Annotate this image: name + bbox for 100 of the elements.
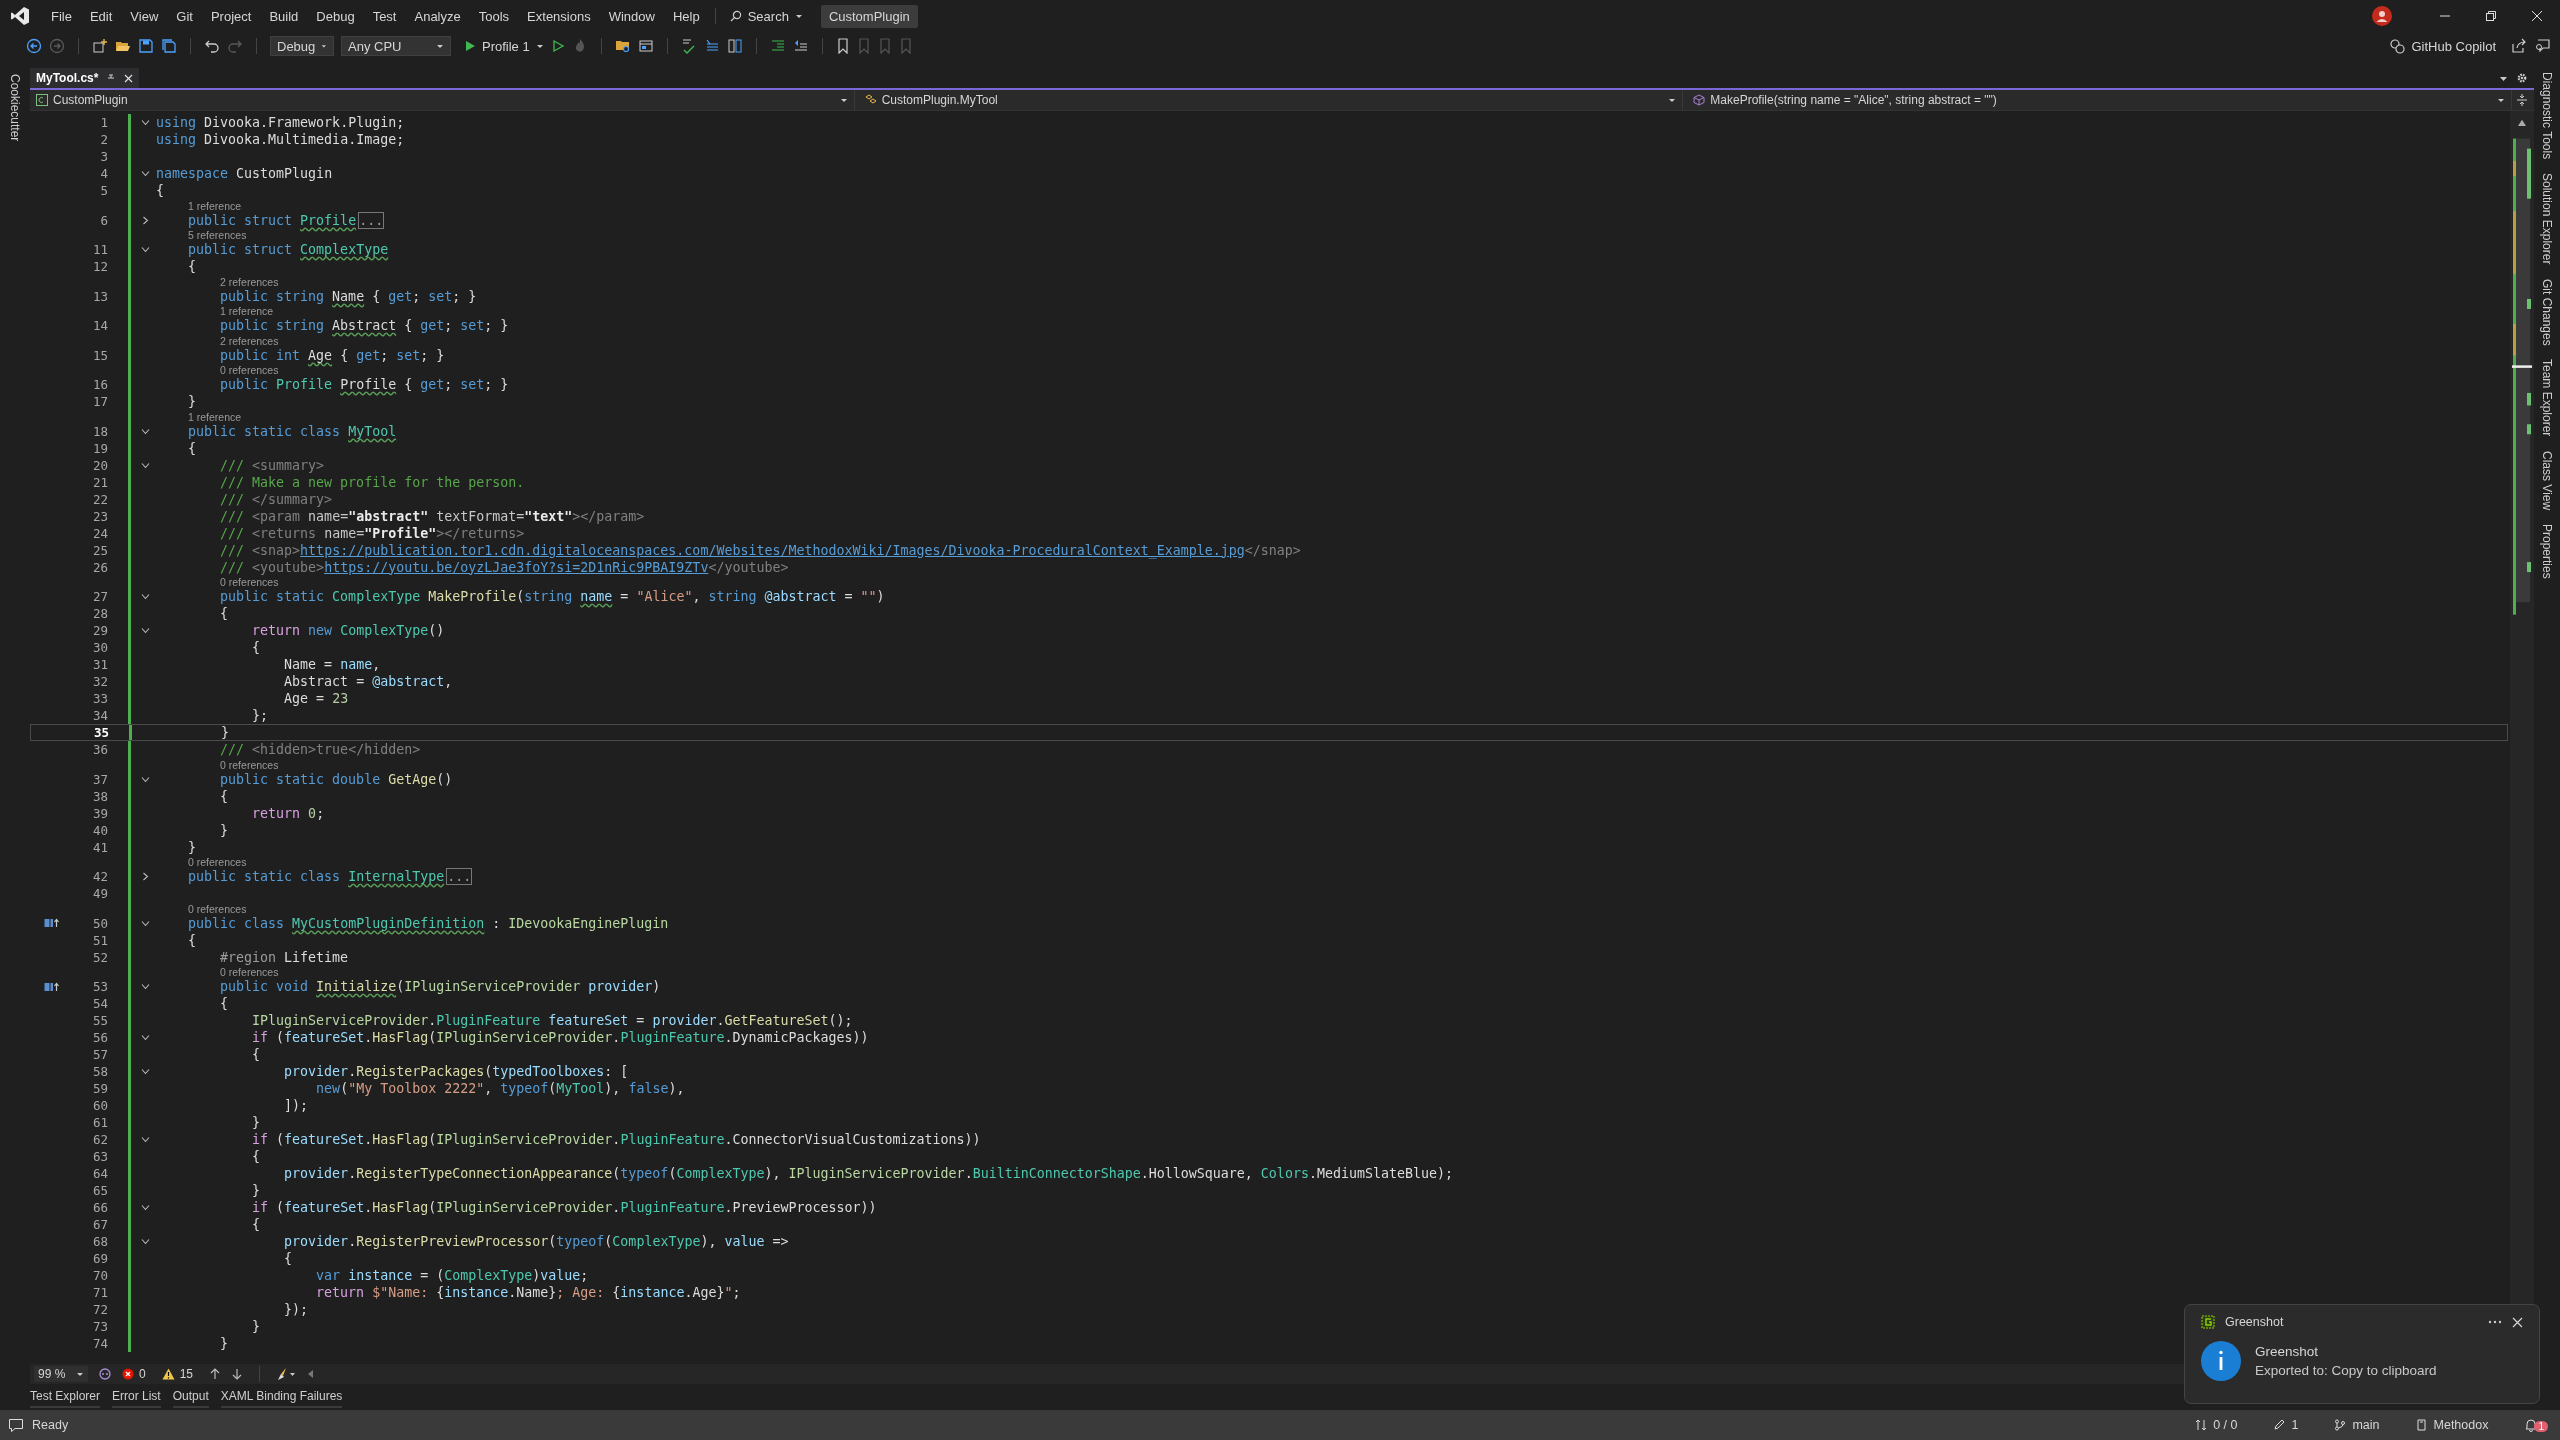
close-icon[interactable] xyxy=(2512,1316,2523,1328)
columns-icon[interactable] xyxy=(726,38,743,54)
fold-toggle-icon[interactable] xyxy=(140,215,150,225)
play-icon[interactable] xyxy=(550,39,565,53)
tool-window-tab[interactable]: Cookiecutter xyxy=(8,74,22,142)
tool-window-tab[interactable]: Class View xyxy=(2540,450,2554,510)
tool-window-tab[interactable]: XAML Binding Failures xyxy=(220,1386,343,1408)
menu-item[interactable]: Project xyxy=(201,8,261,24)
warning-count[interactable]: 15 xyxy=(161,1367,194,1381)
menu-item[interactable]: Test xyxy=(363,8,406,24)
menu-item[interactable]: Analyze xyxy=(405,8,470,24)
copilot-icon[interactable] xyxy=(98,1367,112,1381)
tool-window-tab[interactable]: Team Explorer xyxy=(2540,359,2554,437)
menu-item[interactable]: Edit xyxy=(80,8,122,24)
error-count[interactable]: 0 xyxy=(122,1367,146,1381)
reference-count[interactable]: 0 references xyxy=(220,758,279,771)
search-button[interactable]: Search xyxy=(721,8,811,24)
reference-count[interactable]: 2 references xyxy=(220,334,279,347)
fold-toggle-icon[interactable] xyxy=(140,1135,150,1144)
edits-indicator[interactable]: 1 xyxy=(2273,1418,2299,1432)
tool-window-tab[interactable]: Test Explorer xyxy=(30,1386,101,1408)
menu-item[interactable]: Extensions xyxy=(518,8,600,24)
reference-count[interactable]: 5 references xyxy=(188,229,247,242)
fold-toggle-icon[interactable] xyxy=(140,872,150,881)
fold-toggle-icon[interactable] xyxy=(140,626,150,635)
fold-toggle-icon[interactable] xyxy=(140,460,150,470)
menu-item[interactable]: Window xyxy=(599,8,664,24)
changes-indicator[interactable]: 0 / 0 xyxy=(2195,1418,2238,1432)
fold-toggle-icon[interactable] xyxy=(140,592,150,601)
fold-toggle-icon[interactable] xyxy=(140,245,150,254)
menu-item[interactable]: Git xyxy=(167,8,202,24)
zoom-dropdown[interactable]: 99 % xyxy=(34,1366,88,1382)
branch-indicator[interactable]: main xyxy=(2334,1418,2380,1432)
brush-icon[interactable] xyxy=(276,1367,297,1381)
reference-count[interactable]: 1 reference xyxy=(188,410,242,423)
fold-toggle-icon[interactable] xyxy=(140,1067,150,1076)
settings-icon[interactable] xyxy=(2516,72,2528,84)
arrow-up-icon[interactable] xyxy=(209,1368,222,1380)
menu-item[interactable]: Build xyxy=(260,8,308,24)
tool-window-tab[interactable]: Git Changes xyxy=(2540,278,2554,346)
arrow-down-icon[interactable] xyxy=(231,1368,244,1380)
bookmark-icon[interactable] xyxy=(835,38,850,54)
fold-toggle-icon[interactable] xyxy=(140,1203,150,1212)
member-dropdown[interactable]: MakeProfile(string name = "Alice", string abstract = "") xyxy=(1687,90,2512,110)
split-icon[interactable] xyxy=(2516,93,2528,107)
spell-check-icon[interactable] xyxy=(680,38,697,54)
implementation-icon[interactable] xyxy=(44,981,60,992)
platform-dropdown[interactable]: Any CPU xyxy=(341,36,451,56)
save-icon[interactable] xyxy=(138,38,154,54)
copilot-button[interactable]: GitHub Copilot xyxy=(2389,38,2496,54)
tool-window-tab[interactable]: Properties xyxy=(2540,523,2554,579)
fold-toggle-icon[interactable] xyxy=(140,918,150,928)
indent-icon[interactable] xyxy=(769,38,786,54)
fold-toggle-icon[interactable] xyxy=(140,1237,150,1246)
avatar-icon[interactable] xyxy=(2372,6,2392,26)
more-icon[interactable] xyxy=(2488,1320,2502,1324)
outdent-icon[interactable] xyxy=(792,38,809,54)
tool-window-tab[interactable]: Error List xyxy=(112,1386,161,1408)
implementation-icon[interactable] xyxy=(44,918,60,928)
project-dropdown[interactable]: CustomPlugin xyxy=(30,90,855,110)
reference-count[interactable]: 0 references xyxy=(188,902,247,915)
fold-toggle-icon[interactable] xyxy=(140,118,150,127)
tool-window-tab[interactable]: Diagnostic Tools xyxy=(2540,72,2554,160)
reference-count[interactable]: 0 references xyxy=(188,856,247,869)
window-icon[interactable] xyxy=(637,38,654,54)
line-number: 2 xyxy=(99,132,108,147)
menu-item[interactable]: File xyxy=(42,8,81,24)
reference-count[interactable]: 0 references xyxy=(220,576,279,589)
fold-toggle-icon[interactable] xyxy=(140,169,150,178)
document-tab[interactable]: MyTool.cs* xyxy=(30,68,140,88)
close-icon[interactable] xyxy=(2531,10,2543,22)
folder-search-icon[interactable] xyxy=(614,38,631,54)
fold-toggle-icon[interactable] xyxy=(140,774,150,784)
configuration-dropdown[interactable]: Debug xyxy=(270,36,334,56)
tool-window-tab[interactable]: Output xyxy=(172,1386,209,1408)
reference-count[interactable]: 0 references xyxy=(220,966,279,979)
start-button[interactable]: Profile 1 xyxy=(464,38,544,54)
back-icon[interactable] xyxy=(26,38,42,54)
repository-indicator[interactable]: Methodox xyxy=(2415,1418,2489,1432)
type-dropdown[interactable]: CustomPlugin.MyTool xyxy=(858,90,1684,110)
forward-icon[interactable] xyxy=(49,38,65,54)
share-icon[interactable] xyxy=(2511,38,2527,54)
feedback-icon[interactable] xyxy=(2534,38,2550,54)
tool-window-tab[interactable]: Solution Explorer xyxy=(2540,173,2554,265)
fold-toggle-icon[interactable] xyxy=(140,426,150,436)
undo-icon[interactable] xyxy=(204,38,220,54)
restore-icon[interactable] xyxy=(2485,10,2497,22)
reference-count[interactable]: 2 references xyxy=(220,275,279,288)
fold-toggle-icon[interactable] xyxy=(140,1033,150,1042)
reference-count[interactable]: 0 references xyxy=(220,364,279,377)
menu-item[interactable]: Help xyxy=(663,8,709,24)
redo-icon[interactable] xyxy=(227,38,243,54)
save-all-icon[interactable] xyxy=(161,38,177,54)
menu-item[interactable]: View xyxy=(121,8,168,24)
menu-item[interactable]: Debug xyxy=(307,8,364,24)
reference-count[interactable]: 1 reference xyxy=(188,199,242,212)
fold-toggle-icon[interactable] xyxy=(140,982,150,991)
new-project-icon[interactable] xyxy=(92,38,108,54)
reference-count[interactable]: 1 reference xyxy=(220,305,274,318)
menu-item[interactable]: Tools xyxy=(469,8,519,24)
